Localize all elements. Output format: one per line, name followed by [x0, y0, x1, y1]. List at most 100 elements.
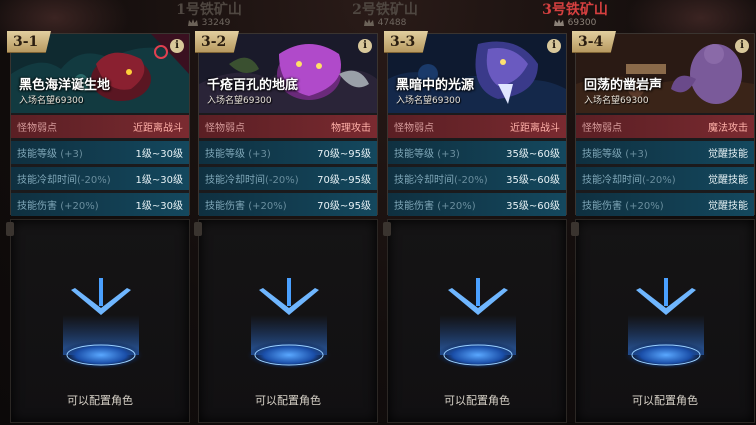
- slot-edge-tab: [6, 222, 14, 236]
- weakness-label: 怪物弱点: [17, 123, 57, 134]
- stat-mod: (+3): [60, 149, 83, 160]
- stat-mod: (-20%): [265, 175, 299, 186]
- stat-mod: (+20%): [437, 201, 476, 212]
- weakness-label: 怪物弱点: [205, 123, 245, 134]
- dungeon-card-3-4[interactable]: 3-4 i 回荡的凿岩声 入场名望69300 怪物弱点 魔法攻击 技能等级 (+…: [572, 31, 755, 216]
- stat-value: 觉醒技能: [708, 149, 748, 160]
- entry-reputation: 入场名望69300: [396, 96, 461, 106]
- weakness-label: 怪物弱点: [394, 123, 434, 134]
- dungeon-title: 黑暗中的光源: [396, 78, 475, 93]
- down-arrow-icon: [624, 278, 708, 369]
- mine-reputation: 69300: [510, 18, 640, 28]
- stat-mod: (+3): [437, 149, 460, 160]
- stat-value: 1级~30级: [135, 175, 183, 186]
- stat-label: 技能伤害: [205, 201, 245, 212]
- mine-tab-1[interactable]: 1号铁矿山 33249: [144, 2, 274, 28]
- weakness-value: 魔法攻击: [708, 123, 748, 134]
- mine-name: 1号铁矿山: [176, 2, 242, 18]
- slot-status-text: 可以配置角色: [444, 394, 510, 407]
- stat-label: 技能伤害: [394, 201, 434, 212]
- stat-mod: (-20%): [454, 175, 488, 186]
- character-slot-1[interactable]: 可以配置角色: [6, 219, 190, 423]
- stats-table: 怪物弱点 物理攻击 技能等级 (+3) 70级~95级 技能冷却时间(-20%)…: [199, 113, 377, 216]
- dungeon-card-3-1[interactable]: 3-1 i 黑色海洋诞生地 入场名望69300 怪物弱点 近距离战斗 技能等级 …: [7, 31, 190, 216]
- character-slot-4[interactable]: 可以配置角色: [571, 219, 755, 423]
- down-arrow-icon: [436, 278, 520, 369]
- stat-value: 70级~95级: [317, 175, 371, 186]
- weakness-row: 怪物弱点 近距离战斗: [388, 115, 566, 138]
- info-icon[interactable]: i: [735, 39, 749, 53]
- stat-label: 技能伤害: [582, 201, 622, 212]
- stat-value: 70级~95级: [317, 149, 371, 160]
- entry-reputation: 入场名望69300: [584, 96, 649, 106]
- weakness-label: 怪物弱点: [582, 123, 622, 134]
- stat-mod: (-20%): [642, 175, 676, 186]
- crown-icon: [187, 19, 198, 26]
- entry-reputation: 入场名望69300: [19, 96, 84, 106]
- slot-edge-tab: [571, 222, 579, 236]
- stats-table: 怪物弱点 近距离战斗 技能等级 (+3) 1级~30级 技能冷却时间(-20%)…: [11, 113, 189, 216]
- weakness-row: 怪物弱点 物理攻击: [199, 115, 377, 138]
- dungeon-title: 回荡的凿岩声: [584, 78, 663, 93]
- stat-value: 1级~30级: [135, 149, 183, 160]
- weakness-row: 怪物弱点 近距离战斗: [11, 115, 189, 138]
- dungeon-card-3-3[interactable]: 3-3 i 黑暗中的光源 入场名望69300 怪物弱点 近距离战斗 技能等级 (…: [384, 31, 567, 216]
- weakness-value: 物理攻击: [331, 123, 371, 134]
- stat-mod: (+20%): [248, 201, 287, 212]
- mine-reputation-value: 69300: [567, 18, 597, 28]
- stat-value: 35级~60级: [506, 175, 560, 186]
- stat-label: 技能等级: [17, 149, 57, 160]
- stat-value: 35级~60级: [506, 149, 560, 160]
- skill-cooldown-row: 技能冷却时间(-20%) 35级~60级: [388, 167, 566, 190]
- skill-damage-row: 技能伤害 (+20%) 1级~30级: [11, 193, 189, 216]
- skill-cooldown-row: 技能冷却时间(-20%) 1级~30级: [11, 167, 189, 190]
- stat-label: 技能等级: [205, 149, 245, 160]
- dungeon-title: 黑色海洋诞生地: [19, 78, 111, 93]
- skill-cooldown-row: 技能冷却时间(-20%) 70级~95级: [199, 167, 377, 190]
- info-icon[interactable]: i: [170, 39, 184, 53]
- stat-value: 觉醒技能: [708, 175, 748, 186]
- skill-cooldown-row: 技能冷却时间(-20%) 觉醒技能: [576, 167, 754, 190]
- stat-value: 35级~60级: [506, 201, 560, 212]
- dungeon-card-3-2[interactable]: 3-2 i 千疮百孔的地底 入场名望69300 怪物弱点 物理攻击 技能等级 (…: [195, 31, 378, 216]
- dungeon-title: 千疮百孔的地底: [207, 78, 299, 93]
- weakness-row: 怪物弱点 魔法攻击: [576, 115, 754, 138]
- skill-level-row: 技能等级 (+3) 35级~60级: [388, 141, 566, 164]
- mine-tab-3[interactable]: 3号铁矿山 69300: [510, 2, 640, 28]
- stat-label: 技能等级: [394, 149, 434, 160]
- character-slot-3[interactable]: 可以配置角色: [383, 219, 567, 423]
- stat-mod: (+3): [248, 149, 271, 160]
- skill-damage-row: 技能伤害 (+20%) 35级~60级: [388, 193, 566, 216]
- stage-badge: 3-3: [384, 31, 428, 53]
- character-slot-2[interactable]: 可以配置角色: [194, 219, 378, 423]
- stage-badge: 3-2: [195, 31, 239, 53]
- info-icon[interactable]: i: [358, 39, 372, 53]
- stage-badge: 3-1: [7, 31, 51, 53]
- mine-name: 3号铁矿山: [542, 2, 608, 18]
- stat-mod: (+3): [625, 149, 648, 160]
- stats-table: 怪物弱点 魔法攻击 技能等级 (+3) 觉醒技能 技能冷却时间(-20%) 觉醒…: [576, 113, 754, 216]
- info-icon[interactable]: i: [547, 39, 561, 53]
- mine-reputation: 33249: [144, 18, 274, 28]
- stat-label: 技能冷却时间: [582, 175, 642, 186]
- stat-value: 觉醒技能: [708, 201, 748, 212]
- slot-status-text: 可以配置角色: [632, 394, 698, 407]
- skill-damage-row: 技能伤害 (+20%) 70级~95级: [199, 193, 377, 216]
- down-arrow-icon: [59, 278, 143, 369]
- slot-status-text: 可以配置角色: [255, 394, 321, 407]
- stats-table: 怪物弱点 近距离战斗 技能等级 (+3) 35级~60级 技能冷却时间(-20%…: [388, 113, 566, 216]
- stage-badge: 3-4: [572, 31, 616, 53]
- mine-tab-2[interactable]: 2号铁矿山 47488: [320, 2, 450, 28]
- stat-label: 技能等级: [582, 149, 622, 160]
- entry-reputation: 入场名望69300: [207, 96, 272, 106]
- stat-label: 技能冷却时间: [17, 175, 77, 186]
- slot-status-text: 可以配置角色: [67, 394, 133, 407]
- skill-level-row: 技能等级 (+3) 70级~95级: [199, 141, 377, 164]
- skill-level-row: 技能等级 (+3) 1级~30级: [11, 141, 189, 164]
- crown-icon: [553, 19, 564, 26]
- mine-name: 2号铁矿山: [352, 2, 418, 18]
- skill-damage-row: 技能伤害 (+20%) 觉醒技能: [576, 193, 754, 216]
- stat-value: 70级~95级: [317, 201, 371, 212]
- stat-value: 1级~30级: [135, 201, 183, 212]
- stat-mod: (+20%): [60, 201, 99, 212]
